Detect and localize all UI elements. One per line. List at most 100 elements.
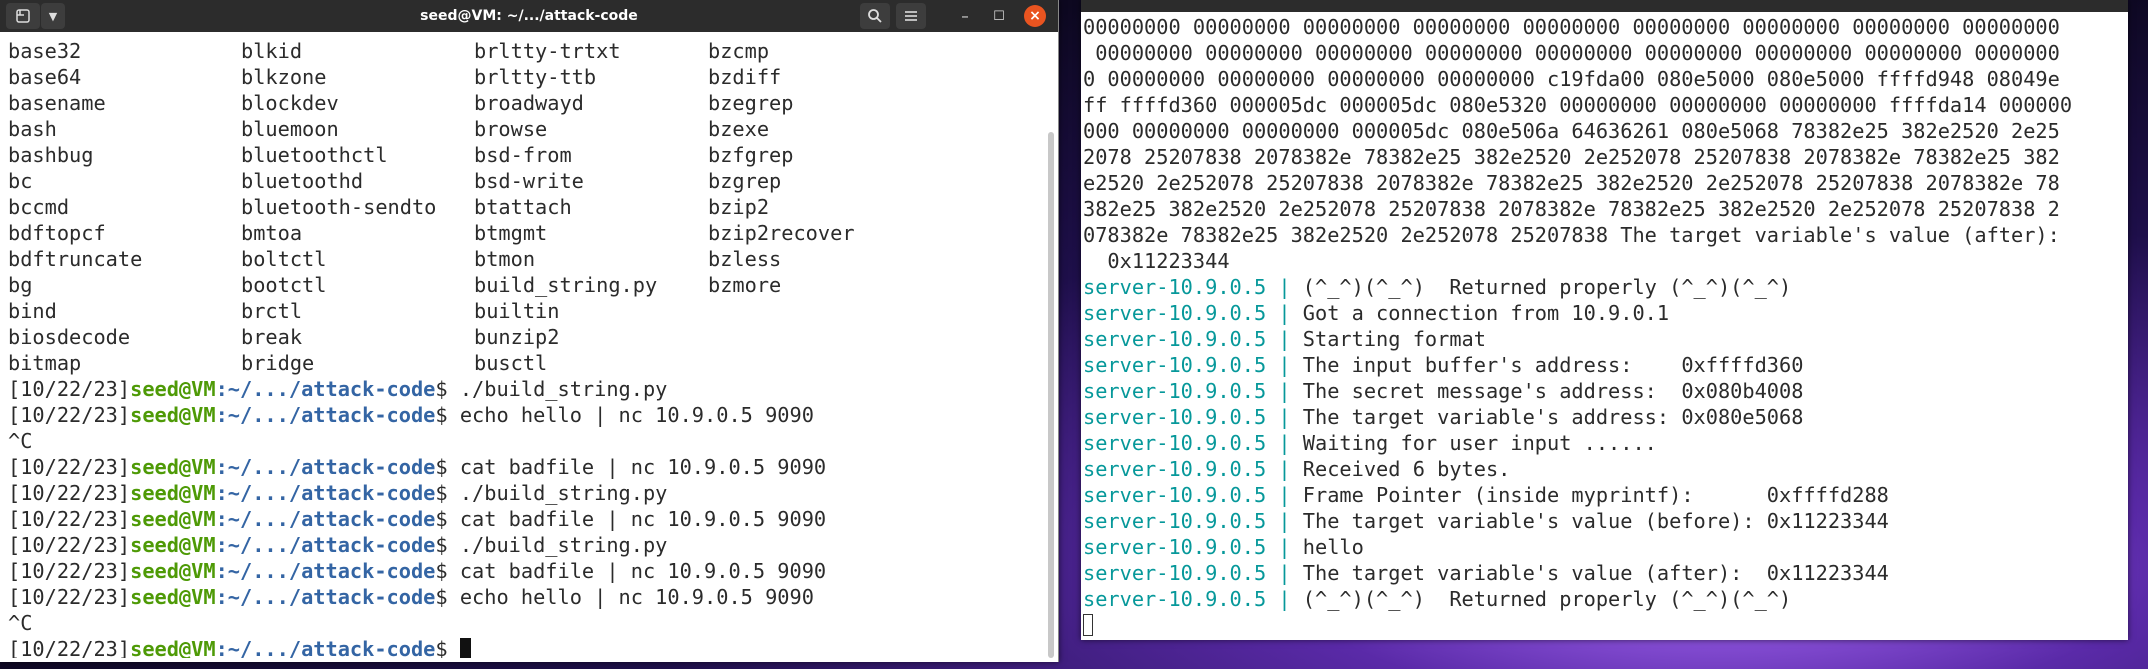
ls-entry: bootctl — [241, 273, 327, 297]
prompt-user: seed@VM — [130, 585, 216, 609]
ls-entry: bdftopcf — [8, 221, 106, 245]
hex-dump-line: e2520 2e252078 25207838 2078382e 78382e2… — [1083, 171, 2060, 195]
ls-row: bitmap bridge busctl — [8, 350, 1038, 376]
close-icon[interactable]: × — [1024, 5, 1046, 27]
server-prefix: server-10.9.0.5 | — [1083, 405, 1303, 429]
text-cursor — [1083, 614, 1093, 636]
server-message: The secret message's address: 0x080b4008 — [1302, 379, 1804, 403]
prompt-line: [10/22/23]seed@VM:~/.../attack-code$ ech… — [8, 584, 1038, 610]
prompt-path: :~/.../attack-code — [215, 507, 436, 531]
server-prefix: server-10.9.0.5 | — [1083, 275, 1303, 299]
ls-entry: brltty-ttb — [474, 65, 597, 89]
prompt-line: [10/22/23]seed@VM:~/.../attack-code$ cat… — [8, 506, 1038, 532]
prompt-date: [10/22/23] — [8, 455, 131, 479]
server-message: Frame Pointer (inside myprintf): 0xffffd… — [1302, 483, 1889, 507]
server-output[interactable]: 00000000 00000000 00000000 00000000 0000… — [1083, 14, 2123, 636]
ls-entry: bitmap — [8, 351, 82, 375]
prompt-path: :~/.../attack-code — [215, 637, 436, 658]
ls-row: bind brctl builtin — [8, 298, 1038, 324]
server-prefix: server-10.9.0.5 | — [1083, 327, 1303, 351]
prompt-dollar: $ — [435, 559, 460, 583]
ls-entry: basename — [8, 91, 106, 115]
prompt-user: seed@VM — [130, 533, 216, 557]
ls-entry: bridge — [241, 351, 315, 375]
ls-row: base32 blkid brltty-trtxt bzcmp — [8, 38, 1038, 64]
ls-entry: bunzip2 — [474, 325, 560, 349]
ls-entry: brctl — [241, 299, 303, 323]
server-prefix: server-10.9.0.5 | — [1083, 535, 1303, 559]
prompt-user: seed@VM — [130, 455, 216, 479]
scrollbar[interactable] — [1048, 132, 1054, 658]
ls-entry: bind — [8, 299, 57, 323]
server-message: Received 6 bytes. — [1302, 457, 1511, 481]
ls-entry: bzdiff — [708, 65, 782, 89]
hex-dump-line: 00000000 00000000 00000000 00000000 0000… — [1083, 41, 2060, 65]
ls-row: bdftopcf bmtoa btmgmt bzip2recover — [8, 220, 1038, 246]
search-icon[interactable] — [860, 3, 890, 29]
ls-row: biosdecode break bunzip2 — [8, 324, 1038, 350]
chevron-down-icon[interactable]: ▼ — [41, 3, 65, 29]
server-log-line: server-10.9.0.5 | The secret message's a… — [1083, 378, 2123, 404]
ls-entry: browse — [474, 117, 548, 141]
server-prefix: server-10.9.0.5 | — [1083, 301, 1303, 325]
server-prefix: server-10.9.0.5 | — [1083, 353, 1303, 377]
prompt-user: seed@VM — [130, 377, 216, 401]
ls-entry: bc — [8, 169, 33, 193]
server-prefix: server-10.9.0.5 | — [1083, 431, 1303, 455]
ls-entry: biosdecode — [8, 325, 131, 349]
title-bar — [1081, 0, 2128, 12]
ls-entry: blkid — [241, 39, 303, 63]
server-prefix: server-10.9.0.5 | — [1083, 379, 1303, 403]
ls-entry: bzexe — [708, 117, 770, 141]
terminal-window-left[interactable]: seed@VM: ~/.../attack-code ▼ – ☐ × base3… — [0, 0, 1059, 662]
ls-entry: blockdev — [241, 91, 339, 115]
prompt-path: :~/.../attack-code — [215, 585, 436, 609]
server-log-line: server-10.9.0.5 | Got a connection from … — [1083, 300, 2123, 326]
ls-row: bashbug bluetoothctl bsd-from bzfgrep — [8, 142, 1038, 168]
menu-icon[interactable] — [896, 3, 926, 29]
ls-row: bdftruncate boltctl btmon bzless — [8, 246, 1038, 272]
server-log-line: server-10.9.0.5 | The target variable's … — [1083, 404, 2123, 430]
command-text: cat badfile | nc 10.9.0.5 9090 — [459, 507, 827, 531]
ls-entry: brltty-trtxt — [474, 39, 621, 63]
terminal-window-right[interactable]: 00000000 00000000 00000000 00000000 0000… — [1081, 0, 2128, 640]
prompt-dollar: $ — [435, 481, 460, 505]
minimize-icon[interactable]: – — [952, 3, 978, 29]
ls-entry: blkzone — [241, 65, 327, 89]
ls-entry: broadwayd — [474, 91, 584, 115]
server-message: The target variable's value (after): 0x1… — [1302, 561, 1889, 585]
prompt-dollar: $ — [435, 455, 460, 479]
prompt-path: :~/.../attack-code — [215, 533, 436, 557]
prompt-date: [10/22/23] — [8, 637, 131, 658]
server-message: Got a connection from 10.9.0.1 — [1302, 301, 1670, 325]
server-prefix: server-10.9.0.5 | — [1083, 457, 1303, 481]
maximize-icon[interactable]: ☐ — [986, 3, 1012, 29]
ls-row: basename blockdev broadwayd bzegrep — [8, 90, 1038, 116]
prompt-user: seed@VM — [130, 403, 216, 427]
ls-entry: bmtoa — [241, 221, 303, 245]
server-message: The input buffer's address: 0xffffd360 — [1302, 353, 1804, 377]
command-text: ./build_string.py — [459, 377, 668, 401]
ls-entry: bzgrep — [708, 169, 782, 193]
server-log-line: server-10.9.0.5 | The input buffer's add… — [1083, 352, 2123, 378]
text-cursor — [459, 638, 471, 658]
prompt-path: :~/.../attack-code — [215, 455, 436, 479]
ls-entry: bluemoon — [241, 117, 339, 141]
prompt-dollar: $ — [435, 533, 460, 557]
ls-entry: break — [241, 325, 303, 349]
prompt-dollar: $ — [435, 507, 460, 531]
ls-entry: bzip2 — [708, 195, 770, 219]
new-tab-icon[interactable] — [6, 3, 40, 29]
hex-dump-line: 000 00000000 00000000 000005dc 080e506a … — [1083, 119, 2060, 143]
command-text: ./build_string.py — [459, 481, 668, 505]
terminal-output[interactable]: base32 blkid brltty-trtxt bzcmp base64 blkzon… — [8, 38, 1038, 658]
server-prefix: server-10.9.0.5 | — [1083, 509, 1303, 533]
prompt-dollar: $ — [435, 637, 460, 658]
ls-entry: bluetoothctl — [241, 143, 388, 167]
ls-entry: bccmd — [8, 195, 70, 219]
command-text: cat badfile | nc 10.9.0.5 9090 — [459, 559, 827, 583]
server-log-line: server-10.9.0.5 | (^_^)(^_^) Returned pr… — [1083, 274, 2123, 300]
prompt-line: [10/22/23]seed@VM:~/.../attack-code$ cat… — [8, 454, 1038, 480]
ls-entry: busctl — [474, 351, 548, 375]
hex-dump-line: 0x11223344 — [1083, 249, 1230, 273]
